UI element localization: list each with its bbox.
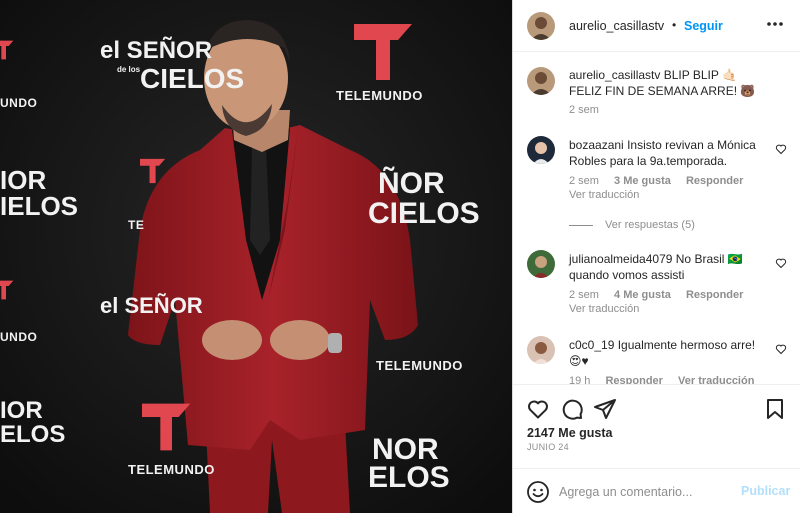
post-date: JUNIO 24 [527,442,569,452]
backdrop-telemundo: TE [128,218,145,232]
telemundo-logo-icon [0,280,14,300]
heart-icon[interactable] [526,397,550,421]
comment-input[interactable] [559,482,729,502]
caption: aurelio_casillastv BLIP BLIP 🤙🏻 FELIZ FI… [569,67,769,99]
comment-body: julianoalmeida4079 No Brasil 🇧🇷 quando v… [569,251,769,283]
comments-list[interactable]: aurelio_casillastv BLIP BLIP 🤙🏻 FELIZ FI… [513,53,800,384]
comment-username[interactable]: c0c0_19 [569,338,614,352]
backdrop-brand-top: el SEÑOR [100,37,213,64]
backdrop-fragment: ELOS [0,421,66,448]
comment-likes[interactable]: 3 Me gusta [614,175,671,187]
comment-body: c0c0_19 Igualmente hermoso arre! 😍♥ [569,337,769,369]
comment-body: bozaazani Insisto revivan a Mónica Roble… [569,137,769,169]
share-icon[interactable] [593,397,617,421]
caption-avatar[interactable] [527,67,555,95]
post-actions: 2147 Me gusta JUNIO 24 [513,384,800,468]
replies-line [569,224,593,226]
backdrop-fragment: IOR [0,397,43,424]
view-replies-button[interactable]: Ver respuestas (5) [569,219,695,231]
follow-button[interactable]: Seguir [684,19,723,33]
more-horizontal-icon[interactable] [765,14,785,34]
backdrop-brand-bottom: CIELOS [140,63,245,94]
comment-username[interactable]: bozaazani [569,138,624,152]
author-avatar[interactable] [527,12,555,40]
comment-likes[interactable]: 4 Me gusta [614,289,671,301]
comment-icon[interactable] [560,397,584,421]
comment-avatar[interactable] [527,250,555,278]
caption-username[interactable]: aurelio_casillastv [569,68,660,82]
reply-button[interactable]: Responder [686,289,743,301]
telemundo-logo-icon [354,24,412,80]
post-header: aurelio_casillastv • Seguir [513,0,800,52]
wristwatch [328,333,342,353]
backdrop-telemundo: UNDO [0,330,38,344]
comment-time: 2 sem [569,289,599,301]
backdrop-brand-sub: de los [117,65,141,74]
author-username[interactable]: aurelio_casillastv [569,19,664,33]
publish-button[interactable]: Publicar [741,484,790,498]
telemundo-logo-icon [142,403,191,451]
comment-like-heart-icon[interactable] [775,343,787,355]
translate-link[interactable]: Ver traducción [569,303,639,315]
comment-username[interactable]: julianoalmeida4079 [569,252,672,266]
post-photo[interactable]: el SEÑOR de los CIELOS TELEMUNDO IOR IEL… [0,0,512,513]
caption-time: 2 sem [569,104,599,116]
backdrop-fragment: ÑOR [378,167,445,200]
backdrop-telemundo: TELEMUNDO [336,88,423,103]
add-comment-bar: Publicar [513,468,800,513]
telemundo-logo-icon [140,158,166,184]
comment-time: 19 h [569,375,591,384]
right-hand [270,320,330,360]
comment-meta: 19 h Responder Ver traducción [569,375,766,384]
backdrop-fragment: IOR [0,165,47,195]
left-hand [202,320,262,360]
backdrop-telemundo: UNDO [0,96,38,110]
backdrop-fragment: ELOS [368,461,450,494]
comment-meta: 2 sem 3 Me gusta Responder [569,175,755,187]
likes-count[interactable]: 2147 Me gusta [527,426,612,440]
backdrop-fragment: CIELOS [368,197,480,230]
telemundo-logo-icon [0,40,14,60]
backdrop-fragment: IELOS [0,191,79,221]
emoji-icon[interactable] [526,480,550,504]
backdrop-telemundo: TELEMUNDO [376,358,463,373]
comment-meta: 2 sem 4 Me gusta Responder [569,289,755,301]
translate-link[interactable]: Ver traducción [569,189,639,201]
comment-like-heart-icon[interactable] [775,143,787,155]
header-separator: • [672,18,677,32]
reply-button[interactable]: Responder [605,375,662,384]
comment-like-heart-icon[interactable] [775,257,787,269]
backdrop-brand-top: el SEÑOR [100,293,203,318]
backdrop-telemundo: TELEMUNDO [128,462,215,477]
comment-avatar[interactable] [527,336,555,364]
comment-time: 2 sem [569,175,599,187]
post-side-panel: aurelio_casillastv • Seguir aurelio_casi… [512,0,800,513]
comment-avatar[interactable] [527,136,555,164]
reply-button[interactable]: Responder [686,175,743,187]
bookmark-icon[interactable] [763,397,787,421]
translate-link[interactable]: Ver traducción [678,375,754,384]
